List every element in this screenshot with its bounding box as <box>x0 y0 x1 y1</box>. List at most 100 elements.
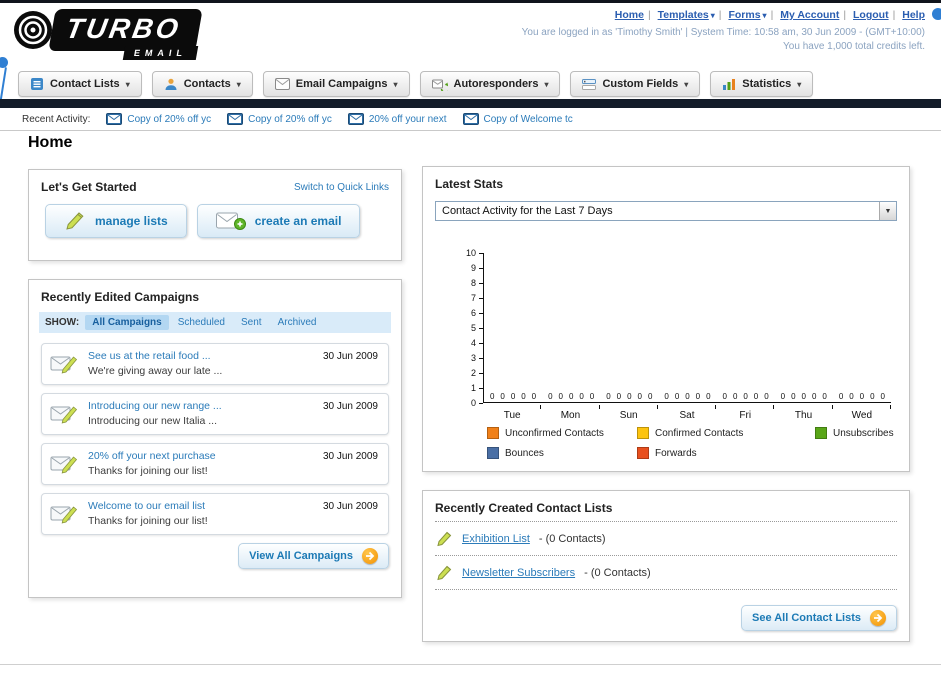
nav-tab-custom-fields[interactable]: Custom Fields ▾ <box>570 71 701 97</box>
contact-activity-chart: 10 9 8 7 6 5 4 3 2 1 0 000000000000000000000000000… <box>435 248 897 421</box>
recent-activity-item[interactable]: Copy of 20% off yc <box>106 113 211 125</box>
campaign-title-link[interactable]: Welcome to our email list <box>88 500 304 512</box>
campaign-item[interactable]: Welcome to our email list Thanks for joi… <box>41 493 389 535</box>
email-icon <box>106 113 123 125</box>
chart-legend: Unconfirmed Contacts Confirmed Contacts Un… <box>487 427 894 459</box>
top-link-help[interactable]: Help <box>902 9 925 21</box>
recent-activity-item[interactable]: 20% off your next <box>347 113 447 125</box>
see-all-contact-lists-button[interactable]: See All Contact Lists <box>740 605 897 631</box>
campaigns-filter-bar: SHOW: All Campaigns Scheduled Sent Archi… <box>39 312 391 333</box>
separator: | <box>647 9 651 21</box>
caret-down-icon: ▾ <box>125 79 130 89</box>
main-nav: Contact Lists ▾ Contacts ▾ Email Campaigns… <box>18 71 814 97</box>
chart-plot: 00000 00000 00000 00000 00000 00000 00000 <box>483 253 891 403</box>
stats-period-select[interactable]: Contact Activity for the Last 7 Days ▼ <box>435 201 897 221</box>
top-link-templates[interactable]: Templates ▾ <box>658 9 715 21</box>
contact-lists-icon <box>31 78 43 90</box>
pencil-icon <box>66 212 84 230</box>
contact-list-link[interactable]: Exhibition List <box>462 533 530 545</box>
chart-day-group: 00000 <box>548 392 595 401</box>
create-email-button[interactable]: create an email <box>196 204 361 238</box>
envelope-pencil-icon <box>50 452 78 481</box>
top-link-home[interactable]: Home <box>615 9 644 21</box>
filter-tab-all-campaigns[interactable]: All Campaigns <box>85 315 169 330</box>
campaign-subtitle: Thanks for joining our list! <box>88 515 208 527</box>
chart-x-tick-label: Sun <box>600 405 659 421</box>
chart-x-tick-label: Mon <box>541 405 600 421</box>
campaign-item[interactable]: Introducing our new range ... Introducin… <box>41 393 389 435</box>
legend-swatch <box>487 427 499 439</box>
page: TURBO EMAIL Home | Templates ▾ | Forms ▾ | My… <box>0 0 941 683</box>
chart-day-group: 00000 <box>722 392 769 401</box>
custom-fields-icon <box>582 78 597 90</box>
get-started-panel: Let's Get Started Switch to Quick Links … <box>28 169 402 261</box>
top-link-logout[interactable]: Logout <box>853 9 889 21</box>
contacts-icon <box>165 78 177 90</box>
campaign-item[interactable]: 20% off your next purchase Thanks for jo… <box>41 443 389 485</box>
chart-day-group: 00000 <box>838 392 885 401</box>
campaign-title-link[interactable]: See us at the retail food ... <box>88 350 304 362</box>
envelope-pencil-icon <box>50 502 78 531</box>
arrow-right-icon <box>870 610 886 626</box>
app-logo: TURBO EMAIL <box>10 7 203 60</box>
divider <box>435 589 897 590</box>
contact-lists-title: Recently Created Contact Lists <box>435 501 613 515</box>
chart-x-tick-label: Sat <box>658 405 717 421</box>
envelope-pencil-icon <box>50 352 78 381</box>
footer-divider <box>0 664 941 665</box>
nav-tab-email-campaigns[interactable]: Email Campaigns ▾ <box>262 71 410 97</box>
recent-activity-item[interactable]: Copy of Welcome tc <box>462 113 573 125</box>
legend-label: Confirmed Contacts <box>655 427 744 439</box>
contact-list-link[interactable]: Newsletter Subscribers <box>462 567 575 579</box>
select-dropdown-arrow-icon[interactable]: ▼ <box>879 202 896 220</box>
filter-tab-scheduled[interactable]: Scheduled <box>171 315 232 330</box>
contact-lists-panel: Recently Created Contact Lists Exhibitio… <box>422 490 910 642</box>
contact-list-item[interactable]: Newsletter Subscribers - (0 Contacts) <box>423 556 909 589</box>
envelope-plus-icon <box>215 212 246 230</box>
chart-x-tick-label: Fri <box>716 405 775 421</box>
email-icon <box>227 113 244 125</box>
top-link-forms[interactable]: Forms ▾ <box>728 9 766 21</box>
pencil-icon <box>437 565 452 581</box>
chart-day-group: 00000 <box>664 392 711 401</box>
nav-tab-contacts[interactable]: Contacts ▾ <box>151 71 253 97</box>
nav-tab-autoresponders[interactable]: Autoresponders ▾ <box>419 71 561 97</box>
campaign-date: 30 Jun 2009 <box>322 401 378 412</box>
legend-item: Forwards <box>637 447 815 459</box>
view-all-campaigns-button[interactable]: View All Campaigns <box>238 543 389 569</box>
login-status: You are logged in as 'Timothy Smith' | S… <box>521 27 925 38</box>
campaign-date: 30 Jun 2009 <box>322 501 378 512</box>
filter-tab-archived[interactable]: Archived <box>271 315 324 330</box>
chart-x-tick-label: Tue <box>483 405 542 421</box>
top-link-my-account[interactable]: My Account <box>780 9 839 21</box>
contact-list-count: - (0 Contacts) <box>584 567 651 579</box>
caret-down-icon: ▾ <box>544 79 549 89</box>
chart-y-axis: 10 9 8 7 6 5 4 3 2 1 0 <box>445 248 483 408</box>
campaign-title-link[interactable]: Introducing our new range ... <box>88 400 304 412</box>
decorative-dot-right <box>932 8 941 20</box>
show-label: SHOW: <box>45 317 80 328</box>
recent-activity-item[interactable]: Copy of 20% off yc <box>227 113 332 125</box>
nav-underline-bar <box>0 99 941 108</box>
legend-swatch <box>815 427 827 439</box>
campaign-subtitle: Introducing our new Italia ... <box>88 415 217 427</box>
switch-quick-links-link[interactable]: Switch to Quick Links <box>294 182 389 193</box>
filter-tab-sent[interactable]: Sent <box>234 315 269 330</box>
campaign-item[interactable]: See us at the retail food ... We're givi… <box>41 343 389 385</box>
campaign-subtitle: Thanks for joining our list! <box>88 465 208 477</box>
contact-list-item[interactable]: Exhibition List - (0 Contacts) <box>423 522 909 555</box>
chart-day-group: 00000 <box>489 392 537 401</box>
manage-lists-button[interactable]: manage lists <box>45 204 187 238</box>
logo-subtext: EMAIL <box>122 46 198 60</box>
nav-tab-contact-lists[interactable]: Contact Lists ▾ <box>18 71 142 97</box>
email-icon <box>462 113 479 125</box>
caret-down-icon: ▾ <box>393 79 398 89</box>
legend-item: Confirmed Contacts <box>637 427 815 439</box>
campaign-title-link[interactable]: 20% off your next purchase <box>88 450 304 462</box>
contact-list-count: - (0 Contacts) <box>538 533 606 545</box>
legend-swatch <box>637 427 649 439</box>
email-campaigns-icon <box>274 78 290 90</box>
nav-tab-statistics[interactable]: Statistics ▾ <box>710 71 814 97</box>
top-right-block: Home | Templates ▾ | Forms ▾ | My Account | Lo… <box>522 9 925 52</box>
email-icon <box>347 113 364 125</box>
